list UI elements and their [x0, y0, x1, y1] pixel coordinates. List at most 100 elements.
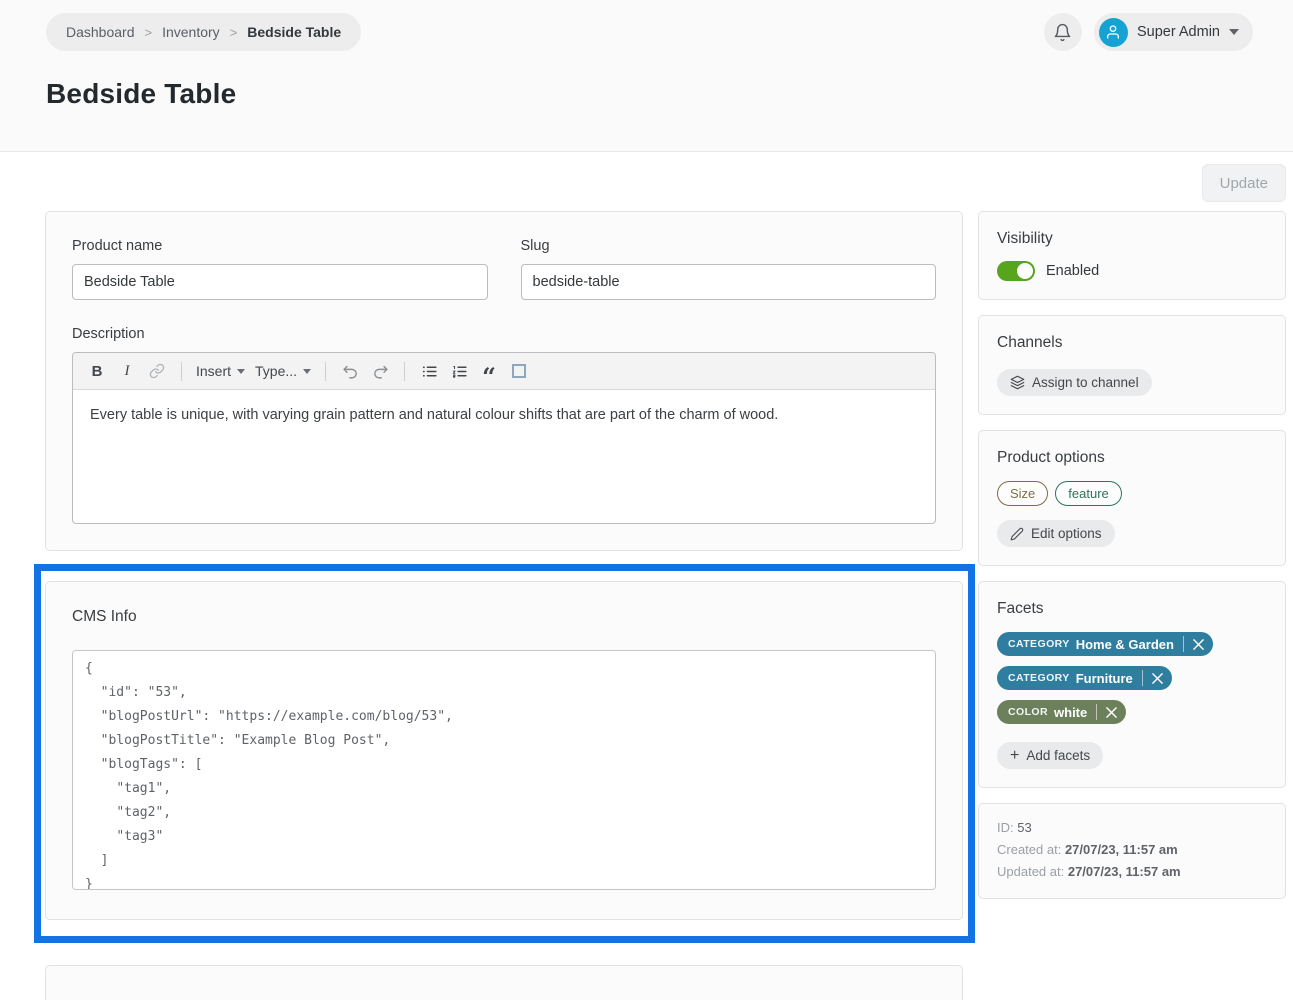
facet-chip-furniture: CATEGORY Furniture: [997, 666, 1172, 690]
facet-value: Home & Garden: [1076, 637, 1174, 652]
next-section-card: [45, 965, 963, 1000]
redo-button[interactable]: [366, 357, 394, 385]
breadcrumb-item-current: Bedside Table: [247, 24, 341, 40]
bell-icon: [1053, 23, 1072, 42]
blockquote-button[interactable]: [475, 357, 503, 385]
product-name-label: Product name: [72, 238, 488, 254]
entity-details-card: ID: 53 Created at: 27/07/23, 11:57 am Up…: [978, 803, 1286, 899]
id-value: 53: [1017, 820, 1031, 835]
visibility-title: Visibility: [997, 230, 1267, 248]
channels-card: Channels Assign to channel: [978, 315, 1286, 415]
toolbar-divider: [404, 362, 405, 381]
type-dropdown-label: Type...: [255, 363, 297, 379]
plus-icon: +: [1010, 748, 1019, 764]
ordered-list-button[interactable]: [445, 357, 473, 385]
facet-code: CATEGORY: [1008, 638, 1070, 650]
ordered-list-icon: [451, 363, 468, 380]
facets-card: Facets CATEGORY Home & Garden CATEGO: [978, 581, 1286, 788]
pencil-icon: [1010, 527, 1024, 541]
close-icon: [1106, 707, 1117, 718]
cms-info-json-textarea[interactable]: { "id": "53", "blogPostUrl": "https://ex…: [72, 650, 936, 890]
product-name-input[interactable]: [72, 264, 488, 300]
facet-value: Furniture: [1076, 671, 1133, 686]
assign-to-channel-button[interactable]: Assign to channel: [997, 369, 1152, 396]
product-detail-card: Product name Slug Description B I: [45, 211, 963, 551]
user-icon: [1105, 24, 1121, 40]
update-button[interactable]: Update: [1202, 164, 1286, 202]
bullet-list-button[interactable]: [415, 357, 443, 385]
created-at-value: 27/07/23, 11:57 am: [1065, 842, 1178, 857]
close-icon: [1193, 639, 1204, 650]
product-options-title: Product options: [997, 449, 1267, 467]
breadcrumb-separator-icon: >: [230, 25, 238, 40]
remove-facet-button[interactable]: [1143, 666, 1172, 690]
breadcrumb-item-dashboard[interactable]: Dashboard: [66, 24, 135, 40]
remove-facet-button[interactable]: [1184, 632, 1213, 656]
undo-icon: [342, 363, 359, 380]
rich-text-editor: B I Insert: [72, 352, 936, 524]
facet-chip-white: COLOR white: [997, 700, 1126, 724]
insert-dropdown[interactable]: Insert: [192, 357, 249, 385]
link-button[interactable]: [143, 357, 171, 385]
toolbar-divider: [181, 362, 182, 381]
toolbar-divider: [325, 362, 326, 381]
page-title: Bedside Table: [46, 78, 1253, 110]
slug-label: Slug: [521, 238, 937, 254]
close-icon: [1152, 673, 1163, 684]
add-facets-label: Add facets: [1026, 748, 1090, 763]
square-icon: [512, 364, 526, 378]
visibility-status: Enabled: [1046, 263, 1099, 279]
user-menu[interactable]: Super Admin: [1094, 13, 1253, 51]
channels-title: Channels: [997, 334, 1267, 352]
chevron-down-icon: [237, 369, 245, 374]
created-at-label: Created at:: [997, 842, 1061, 857]
type-dropdown[interactable]: Type...: [251, 357, 315, 385]
edit-options-button[interactable]: Edit options: [997, 520, 1115, 547]
breadcrumb-separator-icon: >: [145, 25, 153, 40]
facet-code: COLOR: [1008, 706, 1048, 718]
italic-button[interactable]: I: [113, 357, 141, 385]
remove-facet-button[interactable]: [1097, 700, 1126, 724]
visibility-card: Visibility Enabled: [978, 211, 1286, 300]
breadcrumb-item-inventory[interactable]: Inventory: [162, 24, 220, 40]
product-options-card: Product options Size feature Edit option…: [978, 430, 1286, 566]
edit-options-label: Edit options: [1031, 526, 1102, 541]
page-header: Dashboard > Inventory > Bedside Table: [0, 0, 1293, 152]
option-chip-feature: feature: [1055, 481, 1121, 506]
chevron-down-icon: [1229, 29, 1239, 35]
slug-input[interactable]: [521, 264, 937, 300]
toggle-knob: [1017, 263, 1033, 279]
code-block-button[interactable]: [505, 357, 533, 385]
sidebar: Visibility Enabled Channels Assi: [978, 211, 1286, 914]
notifications-button[interactable]: [1044, 13, 1082, 51]
facet-code: CATEGORY: [1008, 672, 1070, 684]
cms-info-highlight: CMS Info { "id": "53", "blogPostUrl": "h…: [34, 564, 975, 943]
layers-icon: [1010, 375, 1025, 390]
visibility-toggle[interactable]: [997, 261, 1035, 281]
updated-at-value: 27/07/23, 11:57 am: [1068, 864, 1181, 879]
bullet-list-icon: [421, 363, 438, 380]
undo-button[interactable]: [336, 357, 364, 385]
option-chip-size: Size: [997, 481, 1048, 506]
avatar: [1099, 18, 1128, 47]
insert-dropdown-label: Insert: [196, 363, 231, 379]
main-content: Update Product name Slug Description: [0, 164, 1293, 1000]
description-editor-content[interactable]: Every table is unique, with varying grai…: [73, 390, 935, 523]
editor-toolbar: B I Insert: [73, 353, 935, 390]
breadcrumb: Dashboard > Inventory > Bedside Table: [46, 13, 361, 51]
cms-info-card: CMS Info { "id": "53", "blogPostUrl": "h…: [45, 581, 963, 920]
user-name: Super Admin: [1137, 24, 1220, 40]
facets-title: Facets: [997, 600, 1267, 618]
id-label: ID:: [997, 820, 1014, 835]
assign-to-channel-label: Assign to channel: [1032, 375, 1139, 390]
bold-button[interactable]: B: [83, 357, 111, 385]
add-facets-button[interactable]: + Add facets: [997, 742, 1103, 769]
facet-value: white: [1054, 705, 1087, 720]
updated-at-label: Updated at:: [997, 864, 1064, 879]
cms-info-title: CMS Info: [72, 608, 936, 626]
link-icon: [149, 363, 165, 379]
redo-icon: [372, 363, 389, 380]
facet-chip-home-garden: CATEGORY Home & Garden: [997, 632, 1213, 656]
description-label: Description: [72, 326, 936, 342]
chevron-down-icon: [303, 369, 311, 374]
